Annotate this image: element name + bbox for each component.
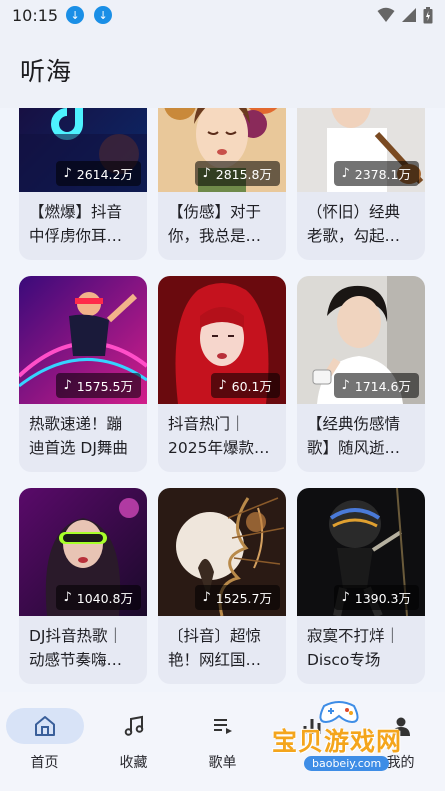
playlist-card[interactable]: ♪2614.2万 【燃爆】抖音中俘虏你耳朵的歌 <box>19 108 147 260</box>
playlist-card[interactable]: ♪ 1575.5万 热歌速递！蹦迪首选 DJ舞曲 <box>19 276 147 472</box>
playlist-title: （怀旧）经典老歌，勾起你的回忆 <box>307 203 401 245</box>
music-note-icon: ♪ <box>63 590 72 605</box>
playlist-cover: ♪ 1040.8万 <box>19 488 147 616</box>
music-note-icon: ♪ <box>202 590 211 605</box>
music-note-icon: ♪ <box>218 378 227 393</box>
nav-favorites[interactable]: 收藏 <box>89 692 178 791</box>
playlist-icon <box>184 708 262 744</box>
playlist-card[interactable]: ♪2378.1万 （怀旧）经典老歌，勾起你的回忆 <box>297 108 425 260</box>
gamepad-icon <box>319 701 359 724</box>
playlist-title: 【伤感】对于你，我总是无法释怀 <box>168 203 262 245</box>
play-count-badge: ♪ 2614.2万 <box>56 161 141 186</box>
music-note-icon <box>95 708 173 744</box>
nav-label-playlists: 歌单 <box>208 755 237 771</box>
playlist-card[interactable]: ♪60.1万 抖音热门｜2025年爆款歌曲 <box>158 276 286 472</box>
playlist-card[interactable]: ♪2815.8万 【伤感】对于你，我总是无法释怀 <box>158 108 286 260</box>
playlist-title: DJ抖音热歌｜动感节奏嗨翻天 <box>29 627 124 669</box>
playlist-title: 〔抖音〕超惊艳！网红国风歌曲 <box>168 627 262 669</box>
download-icon: ↓ <box>94 6 113 24</box>
watermark-text: 宝贝游戏网 <box>272 727 403 756</box>
download-icon: ↓ <box>66 6 85 24</box>
nav-home[interactable]: 首页 <box>0 692 89 791</box>
music-note-icon: ♪ <box>341 378 350 393</box>
playlist-grid[interactable]: ♪2614.2万 【燃爆】抖音中俘虏你耳朵的歌 ♪2815.8万 <box>0 108 445 692</box>
playlist-title: 寂寞不打烊｜Disco专场 <box>307 627 401 669</box>
watermark-url: baobeiy.com <box>304 756 390 771</box>
playlist-cover: ♪ 60.1万 <box>158 276 286 404</box>
music-note-icon: ♪ <box>341 590 350 605</box>
battery-icon <box>423 6 433 23</box>
nav-playlists[interactable]: 歌单 <box>178 692 267 791</box>
playlist-title: 热歌速递！蹦迪首选 DJ舞曲 <box>29 415 128 457</box>
play-count-badge: ♪ 2815.8万 <box>195 161 280 186</box>
status-bar: 10:15 ↓ ↓ <box>0 0 445 30</box>
playlist-card[interactable]: ♪1040.8万 DJ抖音热歌｜动感节奏嗨翻天 <box>19 488 147 684</box>
playlist-card[interactable]: ♪ 1390.3万 寂寞不打烊｜Disco专场 <box>297 488 425 684</box>
wifi-icon <box>377 7 395 22</box>
music-note-icon: ♪ <box>341 166 350 181</box>
playlist-title: 【燃爆】抖音中俘虏你耳朵的歌 <box>29 203 123 245</box>
play-count-badge: ♪ 2378.1万 <box>334 161 419 186</box>
playlist-cover: ♪ 2378.1万 <box>297 108 425 192</box>
nav-label-home: 首页 <box>30 755 59 771</box>
playlist-cover: ♪ 1714.6万 <box>297 276 425 404</box>
play-count-badge: ♪ 1575.5万 <box>56 373 141 398</box>
play-count-badge: ♪ 60.1万 <box>211 373 280 398</box>
music-note-icon: ♪ <box>63 166 72 181</box>
watermark-logo: 宝贝游戏网 baobeiy.com <box>272 700 422 782</box>
play-count-badge: ♪ 1525.7万 <box>195 585 280 610</box>
playlist-cover: ♪ 1525.7万 <box>158 488 286 616</box>
playlist-cover: ♪ 2614.2万 <box>19 108 147 192</box>
music-note-icon: ♪ <box>63 378 72 393</box>
music-note-icon: ♪ <box>202 166 211 181</box>
signal-icon <box>402 8 416 22</box>
play-count-badge: ♪ 1040.8万 <box>56 585 141 610</box>
home-icon <box>5 708 84 744</box>
playlist-title: 【经典伤感情歌】随风逝去的爱 <box>307 415 401 457</box>
playlist-cover: ♪ 2815.8万 <box>158 108 286 192</box>
playlist-cover: ♪ 1390.3万 <box>297 488 425 616</box>
playlist-title: 抖音热门｜2025年爆款歌曲 <box>168 415 270 457</box>
page-title: 听海 <box>20 57 73 86</box>
playlist-card[interactable]: ♪1525.7万 〔抖音〕超惊艳！网红国风歌曲 <box>158 488 286 684</box>
playlist-cover: ♪ 1575.5万 <box>19 276 147 404</box>
play-count-badge: ♪ 1714.6万 <box>334 373 419 398</box>
status-time: 10:15 <box>12 5 59 25</box>
app-bar: 听海 <box>0 30 445 108</box>
nav-label-favorites: 收藏 <box>119 755 148 771</box>
play-count-badge: ♪ 1390.3万 <box>334 585 419 610</box>
playlist-card[interactable]: ♪1714.6万 【经典伤感情歌】随风逝去的爱 <box>297 276 425 472</box>
